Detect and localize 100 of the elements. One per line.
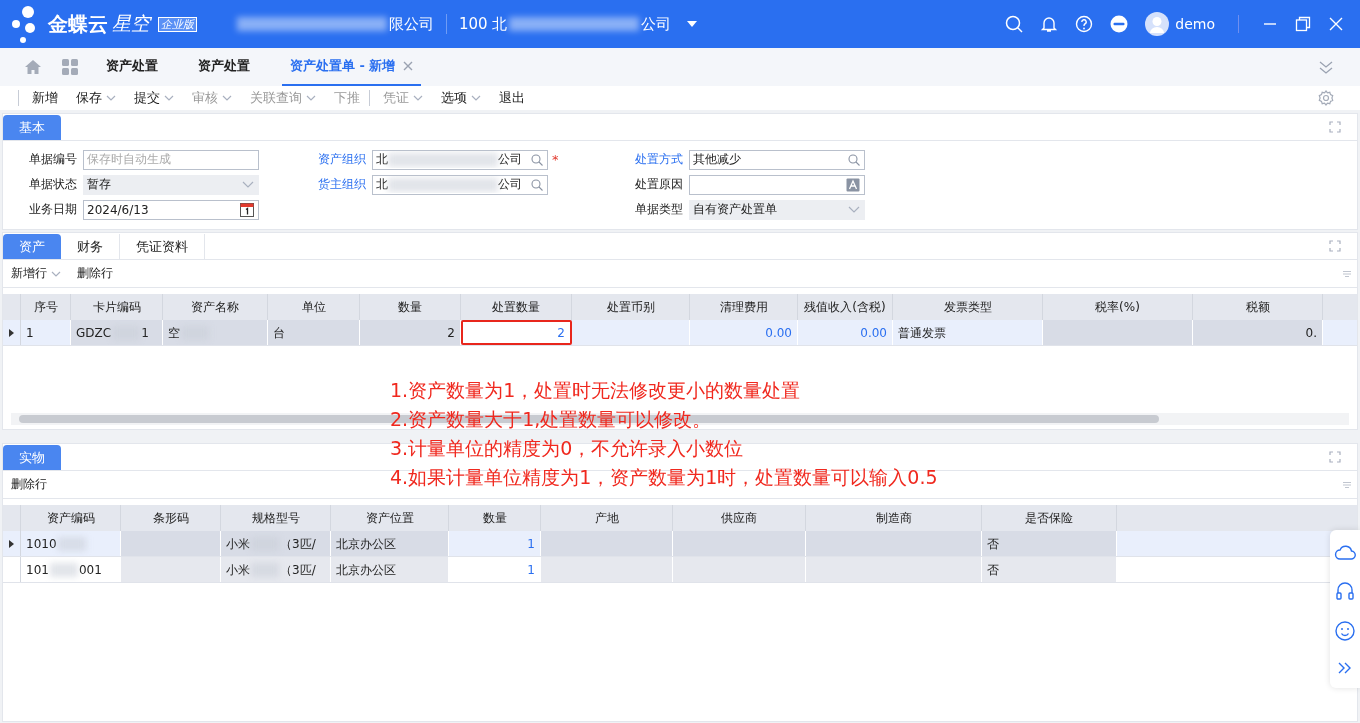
table-cell: 否 <box>982 557 1117 582</box>
calendar-icon[interactable] <box>240 202 254 217</box>
cell-text: 小米 <box>226 561 250 579</box>
cell-text: 101 <box>26 561 49 579</box>
search-icon[interactable] <box>847 153 860 166</box>
page-tab[interactable]: 资产处置 <box>98 48 166 86</box>
input-field[interactable]: 暂存 <box>83 174 259 195</box>
input-field[interactable]: 北 公司 <box>372 174 548 195</box>
cell-text: 空 <box>168 324 180 342</box>
search-icon[interactable] <box>531 178 543 191</box>
bell-icon[interactable] <box>1040 15 1059 33</box>
language-icon[interactable] <box>845 177 860 192</box>
table-cell: 0.00 <box>690 320 798 345</box>
dropdown-icon[interactable] <box>687 21 698 27</box>
toolbar-button[interactable]: 新增 <box>23 89 67 107</box>
section-tab[interactable]: 凭证资料 <box>120 234 205 259</box>
field-label-link[interactable]: 资产组织 <box>318 151 372 168</box>
input-field[interactable] <box>688 174 865 195</box>
toolbar-button[interactable]: 退出 <box>490 89 534 107</box>
chevron-down-icon[interactable] <box>847 205 860 214</box>
restore-icon[interactable] <box>1295 16 1311 32</box>
cloud-icon[interactable] <box>1334 544 1356 561</box>
chevron-down-icon[interactable] <box>242 180 254 189</box>
action-button[interactable]: 删除行 <box>75 265 127 282</box>
avatar-icon[interactable] <box>1145 12 1170 36</box>
headset-icon[interactable] <box>1335 580 1355 601</box>
table-cell: 台 <box>268 320 360 345</box>
smiley-icon[interactable] <box>1335 621 1355 642</box>
field-value: 北 <box>376 176 388 193</box>
required-mark: * <box>552 152 559 167</box>
table-cell: 北京办公区 <box>331 557 449 582</box>
table-cell: 0. <box>1193 320 1323 345</box>
chevron-down-icon <box>164 95 174 101</box>
column-menu-icon[interactable] <box>1343 270 1351 277</box>
more-icon[interactable] <box>1110 15 1129 33</box>
action-button[interactable]: 删除行 <box>9 476 61 493</box>
input-field[interactable]: 2024/6/13 <box>83 199 259 220</box>
help-icon[interactable] <box>1075 15 1094 33</box>
field-label: 单据类型 <box>634 201 684 218</box>
section-tab[interactable]: 实物 <box>3 445 61 470</box>
chevron-down-icon <box>306 95 316 101</box>
company-name[interactable]: 限公司 <box>389 14 434 34</box>
toolbar-button[interactable]: 选项 <box>432 89 490 107</box>
close-icon[interactable] <box>403 61 414 71</box>
field-value: 自有资产处置单 <box>692 201 777 218</box>
column-menu-icon[interactable] <box>1343 481 1351 488</box>
field-value: 2024/6/13 <box>87 202 149 217</box>
settings-icon[interactable] <box>1318 90 1334 106</box>
cell-text: 001 <box>78 561 102 579</box>
page-tab[interactable]: 资产处置 <box>190 48 258 86</box>
expand-icon[interactable] <box>1329 121 1341 133</box>
chevron-down-icon <box>471 95 481 101</box>
toolbar-button[interactable]: 提交 <box>125 89 183 107</box>
annotation-text: 2.资产数量大于1,处置数量可以修改。 <box>390 407 713 432</box>
action-button[interactable]: 新增行 <box>9 265 75 282</box>
field-value: 其他减少 <box>692 151 741 168</box>
cell-text: （3匹/ <box>280 561 316 579</box>
cell-text: 1010 <box>26 535 57 553</box>
field-value: 暂存 <box>87 176 111 193</box>
section-tab[interactable]: 资产 <box>3 234 61 259</box>
chevron-down-icon <box>413 95 423 101</box>
field-label: 处置原因 <box>634 176 684 193</box>
redaction-mark <box>49 562 78 577</box>
search-icon[interactable] <box>531 153 543 166</box>
input-field[interactable]: 北 公司 <box>372 149 548 170</box>
expand-icon[interactable] <box>1329 240 1341 252</box>
home-icon[interactable] <box>24 59 42 75</box>
chevron-down-icon <box>51 270 61 277</box>
table-cell: 北京办公区 <box>331 531 449 556</box>
toolbar-button[interactable]: 保存 <box>67 89 125 107</box>
collapse-icon[interactable] <box>1318 59 1334 75</box>
field-value: 公司 <box>498 151 522 168</box>
user-name[interactable]: demo <box>1175 16 1215 32</box>
cell-text: 1 <box>141 324 149 342</box>
field-label-link[interactable]: 货主组织 <box>318 176 372 193</box>
cell-text: （3匹/ <box>280 535 316 553</box>
cell-text: GDZC <box>76 324 112 342</box>
apps-icon[interactable] <box>62 59 78 75</box>
table-cell: 2 <box>360 320 461 345</box>
organization-name[interactable]: 公司 <box>641 14 672 34</box>
expand-icon[interactable] <box>1329 451 1341 463</box>
input-field[interactable]: 其他减少 <box>688 149 865 170</box>
table-cell: 2 <box>461 320 572 345</box>
table-cell: 否 <box>982 531 1117 556</box>
input-field[interactable]: 自有资产处置单 <box>688 199 865 220</box>
field-placeholder: 保存时自动生成 <box>87 151 171 168</box>
chevron-down-icon <box>222 95 232 101</box>
field-value: 公司 <box>498 176 522 193</box>
field-label: 业务日期 <box>29 201 78 218</box>
section-tab[interactable]: 财务 <box>61 234 120 259</box>
field-value: 北 <box>376 151 388 168</box>
field-label: 单据状态 <box>29 176 78 193</box>
double-chevron-icon[interactable] <box>1338 661 1352 674</box>
search-icon[interactable] <box>1005 15 1024 33</box>
field-label-link[interactable]: 处置方式 <box>634 151 689 168</box>
annotation-text: 4.如果计量单位精度为1，资产数量为1时，处置数量可以输入0.5 <box>390 465 938 490</box>
section-tab[interactable]: 基本 <box>3 115 61 140</box>
chevron-down-icon <box>106 95 116 101</box>
edition-badge: 企业版 <box>158 16 197 32</box>
organization-name[interactable]: 100 北 <box>459 14 508 34</box>
